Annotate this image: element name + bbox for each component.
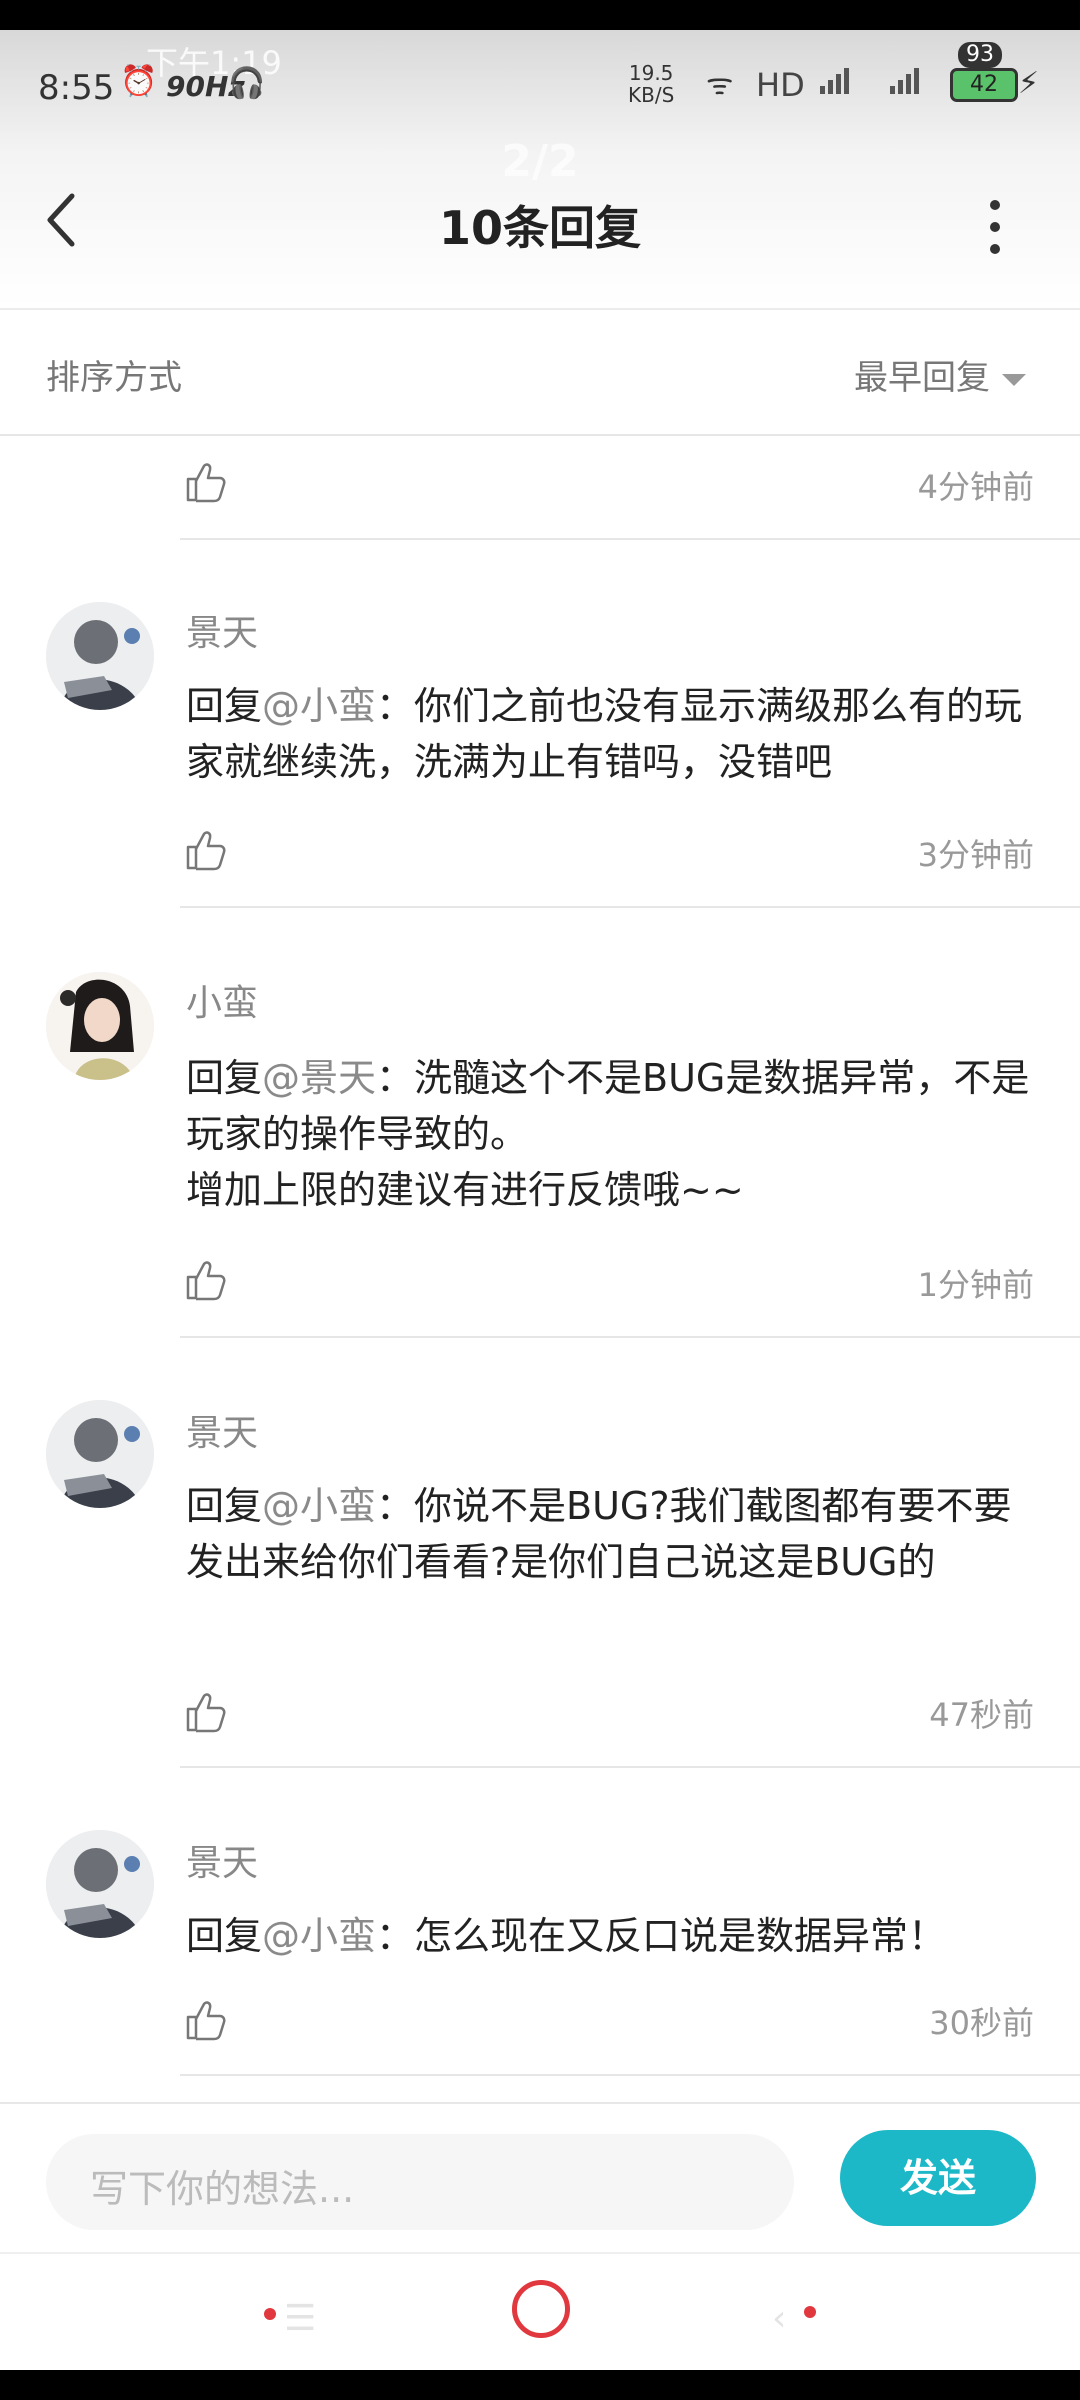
divider [180, 906, 1080, 908]
sort-bar: 排序方式 最早回复 [0, 310, 1080, 436]
mention-link[interactable]: @小蛮 [262, 684, 376, 728]
reply-separator: ： [376, 684, 415, 728]
headphones-icon: 🎧 [228, 66, 266, 101]
reply-prefix: 回复 [186, 1914, 263, 1958]
divider [180, 1336, 1080, 1338]
signal-icon [820, 68, 852, 94]
bottom-black-strip [0, 2370, 1080, 2400]
like-icon[interactable] [184, 1258, 228, 1302]
comment-input[interactable]: 写下你的想法... [46, 2134, 794, 2230]
home-button[interactable] [512, 2280, 570, 2338]
reply-separator: ： [376, 1484, 415, 1528]
reply-prefix: 回复 [186, 684, 263, 728]
reply-time: 47秒前 [929, 1696, 1034, 1734]
wifi-icon: ᯤ [706, 67, 734, 102]
send-button[interactable]: 发送 [840, 2130, 1036, 2226]
user-name[interactable]: 景天 [186, 1404, 258, 1456]
user-name[interactable]: 景天 [186, 604, 258, 656]
hd-label: HD [756, 66, 805, 104]
like-icon[interactable] [184, 1690, 228, 1734]
reply-prefix: 回复 [186, 1484, 263, 1528]
menu-icon[interactable]: ☰ [284, 2298, 316, 2339]
sort-label: 排序方式 [46, 358, 182, 398]
red-dot-right [804, 2306, 816, 2318]
mention-link[interactable]: @景天 [262, 1056, 376, 1100]
divider [180, 538, 1080, 540]
reply-time: 30秒前 [929, 2004, 1034, 2042]
back-nav-icon[interactable]: ‹ [772, 2298, 786, 2339]
sort-value: 最早回复 [854, 358, 990, 398]
comment-placeholder: 写下你的想法... [90, 2167, 355, 2211]
net-speed: 19.5 KB/S [628, 62, 674, 106]
avatar[interactable] [46, 1400, 154, 1508]
avatar[interactable] [46, 972, 154, 1080]
reply-time: 1分钟前 [917, 1266, 1034, 1304]
charging-icon: ⚡ [1018, 66, 1040, 101]
battery-icon: 42 [950, 68, 1018, 102]
sort-dropdown[interactable]: 最早回复 [854, 350, 1026, 399]
signal-icon-2 [890, 68, 922, 94]
like-icon[interactable] [184, 828, 228, 872]
reply-text: 回复@小蛮：你说不是BUG?我们截图都有要不要发出来给你们看看?是你们自己说这是… [186, 1478, 1038, 1590]
reply-time: 4分钟前 [917, 468, 1034, 506]
mention-link[interactable]: @小蛮 [262, 1914, 376, 1958]
page-title: 10条回复 [438, 201, 641, 255]
reply-text: 回复@景天：洗髓这个不是BUG是数据异常，不是玩家的操作导致的。 增加上限的建议… [186, 1050, 1038, 1218]
like-icon[interactable] [184, 1998, 228, 2042]
caret-down-icon [1002, 373, 1026, 386]
divider [180, 2074, 1080, 2076]
top-black-strip [0, 0, 1080, 30]
reply-body: 怎么现在又反口说是数据异常！ [414, 1914, 947, 1958]
net-speed-unit: KB/S [628, 83, 675, 107]
status-time: 8:55 [38, 68, 115, 108]
battery-overlay: 93 [958, 42, 1002, 68]
reply-text: 回复@小蛮：怎么现在又反口说是数据异常！ [186, 1908, 1038, 1964]
avatar[interactable] [46, 602, 154, 710]
reply-separator: ： [376, 1056, 415, 1100]
ghost-title: 2/2 [501, 136, 579, 187]
reply-time: 3分钟前 [917, 836, 1034, 874]
system-nav-bar: ☰ ‹ [0, 2252, 1080, 2372]
user-name[interactable]: 景天 [186, 1834, 258, 1886]
composer: 写下你的想法... 发送 [0, 2102, 1080, 2254]
status-bar: 下午1:19 8:55 ⏰ 90Hz 🎧 19.5 KB/S ᯤ HD 93 4… [0, 30, 1080, 120]
user-name[interactable]: 小蛮 [186, 974, 258, 1026]
red-dot-left [264, 2308, 276, 2320]
reply-separator: ： [376, 1914, 415, 1958]
mention-link[interactable]: @小蛮 [262, 1484, 376, 1528]
net-speed-value: 19.5 [628, 61, 674, 85]
avatar[interactable] [46, 1830, 154, 1938]
reply-text: 回复@小蛮：你们之前也没有显示满级那么有的玩家就继续洗，洗满为止有错吗，没错吧 [186, 678, 1038, 790]
like-icon[interactable] [184, 460, 228, 504]
alarm-icon: ⏰ [120, 64, 158, 99]
more-icon[interactable] [990, 200, 1002, 266]
divider [180, 1766, 1080, 1768]
reply-prefix: 回复 [186, 1056, 263, 1100]
